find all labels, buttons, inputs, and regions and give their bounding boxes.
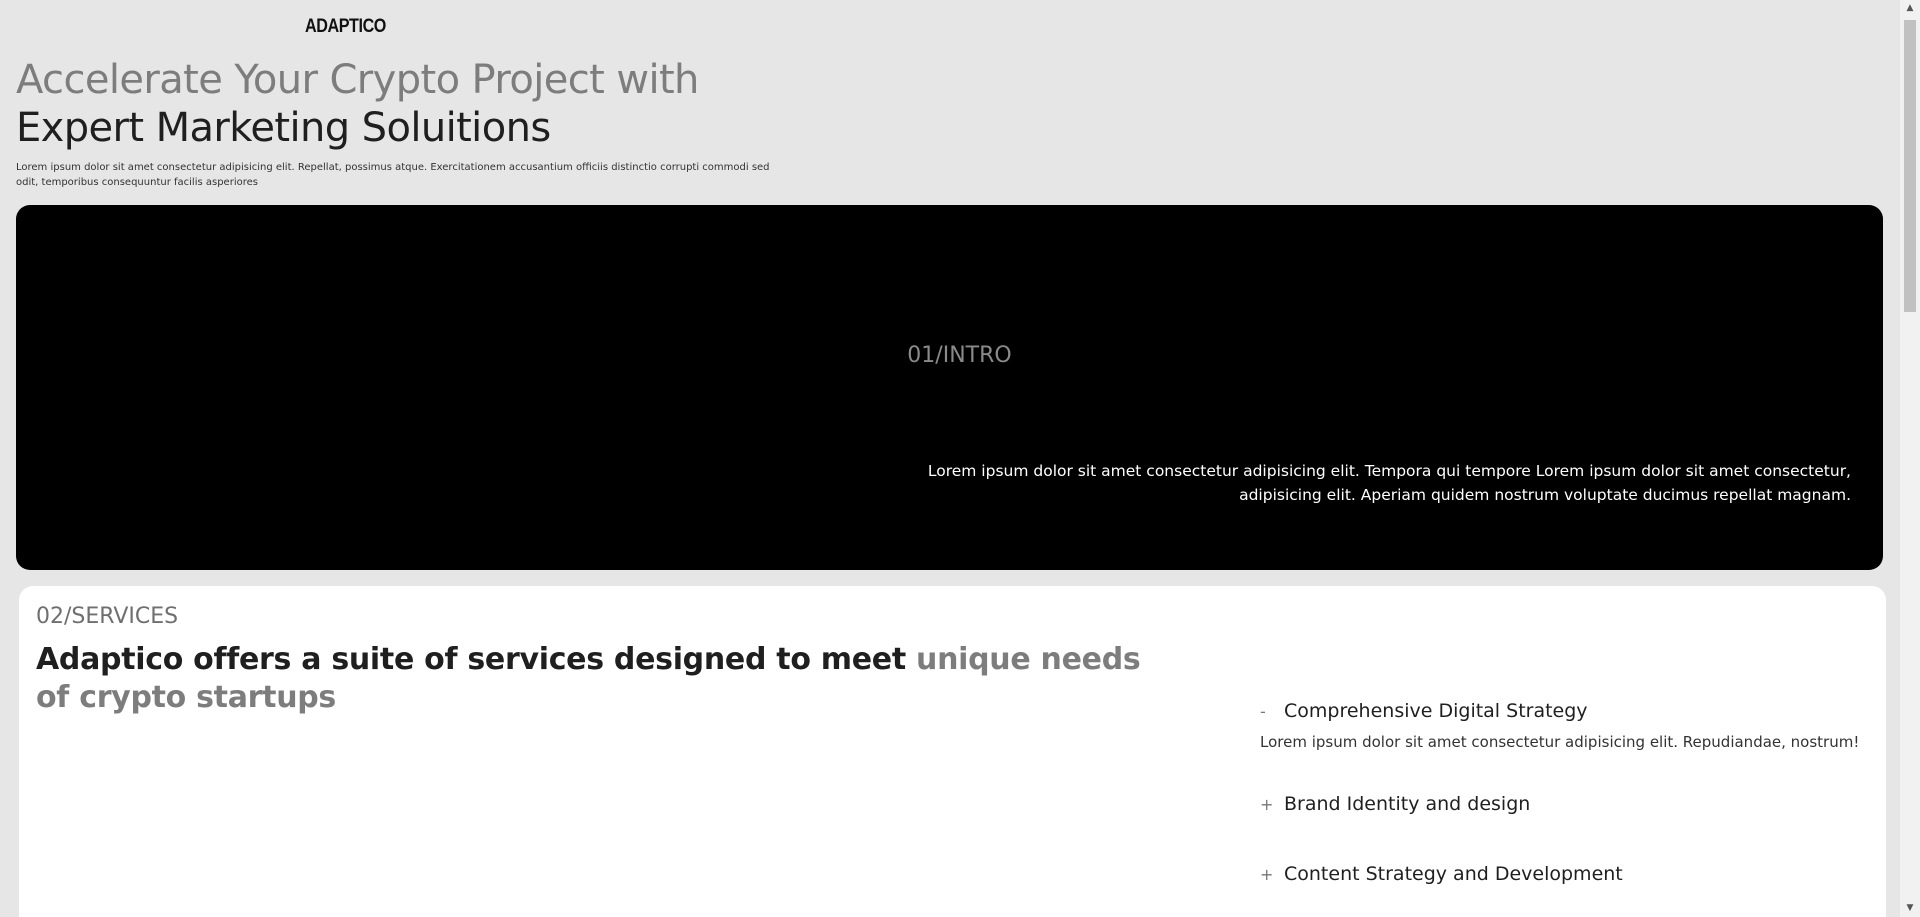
services-panel: 02/SERVICES Adaptico offers a suite of s… — [19, 586, 1886, 917]
scroll-up-arrow-icon[interactable]: ▲ — [1900, 0, 1920, 17]
intro-section-tag: 01/INTRO — [907, 343, 1012, 368]
collapse-icon: - — [1260, 701, 1266, 721]
site-logo[interactable]: ADAPTICO — [305, 16, 386, 38]
services-accordion: - Comprehensive Digital Strategy Lorem i… — [1260, 700, 1860, 885]
accordion-header-content-strategy[interactable]: + Content Strategy and Development — [1260, 863, 1860, 885]
services-title: Adaptico offers a suite of services desi… — [36, 641, 1156, 717]
expand-icon: + — [1260, 794, 1274, 814]
scroll-thumb[interactable] — [1904, 20, 1916, 312]
expand-icon: + — [1260, 864, 1274, 884]
accordion-body: Lorem ipsum dolor sit amet consectetur a… — [1260, 733, 1860, 751]
scroll-down-arrow-icon[interactable]: ▼ — [1900, 900, 1920, 917]
accordion-header-brand-identity[interactable]: + Brand Identity and design — [1260, 793, 1860, 815]
services-title-dark: Adaptico offers a suite of services desi… — [36, 642, 917, 677]
accordion-title: Brand Identity and design — [1284, 793, 1531, 815]
intro-panel: 01/INTRO Lorem ipsum dolor sit amet cons… — [16, 205, 1883, 570]
hero-description: Lorem ipsum dolor sit amet consectetur a… — [16, 162, 770, 188]
hero-title-dark: Expert Marketing Soluitions — [16, 105, 551, 151]
intro-text: Lorem ipsum dolor sit amet consectetur a… — [927, 462, 1851, 504]
accordion-item-content-strategy: + Content Strategy and Development — [1260, 863, 1860, 885]
accordion-title: Content Strategy and Development — [1284, 863, 1623, 885]
hero-title-muted: Accelerate Your Crypto Project with — [16, 57, 699, 103]
accordion-item-brand-identity: + Brand Identity and design — [1260, 793, 1860, 815]
page-scrollbar[interactable]: ▲ ▼ — [1900, 0, 1920, 917]
accordion-header-digital-strategy[interactable]: - Comprehensive Digital Strategy — [1260, 700, 1860, 722]
accordion-title: Comprehensive Digital Strategy — [1284, 700, 1588, 722]
accordion-item-digital-strategy: - Comprehensive Digital Strategy Lorem i… — [1260, 700, 1860, 753]
hero-title: Accelerate Your Crypto Project with Expe… — [16, 56, 816, 152]
services-section-tag: 02/SERVICES — [36, 604, 179, 629]
